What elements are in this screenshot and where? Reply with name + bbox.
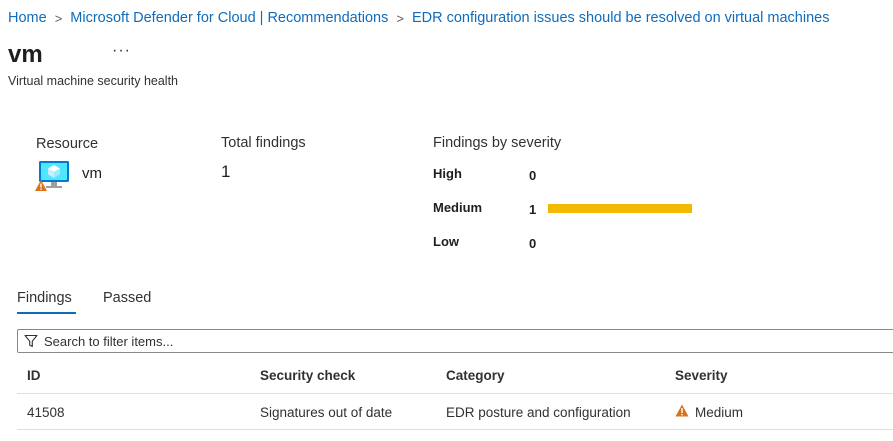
- table-row-divider: [17, 429, 893, 430]
- page-title: vm: [8, 41, 43, 68]
- breadcrumb-separator: >: [54, 10, 63, 26]
- virtual-machine-warning-icon: [34, 160, 74, 194]
- row-id-cell: 41508: [27, 405, 65, 420]
- tab-passed[interactable]: Passed: [103, 290, 151, 306]
- resource-label: Resource: [36, 136, 99, 152]
- severity-medium-count: 1: [529, 202, 537, 217]
- row-category-cell: EDR posture and configuration: [446, 405, 631, 420]
- findings-by-severity-label: Findings by severity: [433, 135, 562, 151]
- resource-name-link[interactable]: vm: [82, 165, 102, 182]
- page-subtitle: Virtual machine security health: [8, 74, 178, 88]
- total-findings-value: 1: [221, 162, 231, 181]
- row-severity-cell: Medium: [695, 405, 744, 420]
- tab-findings[interactable]: Findings: [17, 290, 72, 306]
- search-box[interactable]: [17, 329, 893, 353]
- more-options-button[interactable]: ···: [112, 42, 131, 60]
- column-header-severity[interactable]: Severity: [675, 368, 728, 383]
- total-findings-label: Total findings: [221, 135, 306, 151]
- table-header-divider: [17, 393, 893, 394]
- severity-medium-label: Medium: [433, 200, 483, 215]
- warning-icon: [675, 404, 689, 422]
- breadcrumb-home-link[interactable]: Home: [8, 10, 47, 26]
- search-input[interactable]: [44, 332, 644, 350]
- severity-medium-bar: [548, 204, 692, 213]
- breadcrumb-separator: >: [396, 10, 404, 26]
- breadcrumb: Home > Microsoft Defender for Cloud | Re…: [8, 10, 829, 26]
- severity-high-count: 0: [529, 168, 537, 183]
- breadcrumb-recommendations-link[interactable]: Microsoft Defender for Cloud | Recommend…: [70, 10, 388, 26]
- column-header-id[interactable]: ID: [27, 368, 41, 383]
- breadcrumb-recommendation-link[interactable]: EDR configuration issues should be resol…: [412, 10, 830, 26]
- tab-findings-selected-indicator: [17, 312, 76, 314]
- column-header-security-check[interactable]: Security check: [260, 368, 355, 383]
- row-security-check-cell: Signatures out of date: [260, 405, 393, 420]
- severity-low-count: 0: [529, 236, 537, 251]
- filter-icon: [24, 334, 38, 353]
- column-header-category[interactable]: Category: [446, 368, 505, 383]
- severity-low-label: Low: [433, 234, 459, 249]
- severity-high-label: High: [433, 166, 462, 181]
